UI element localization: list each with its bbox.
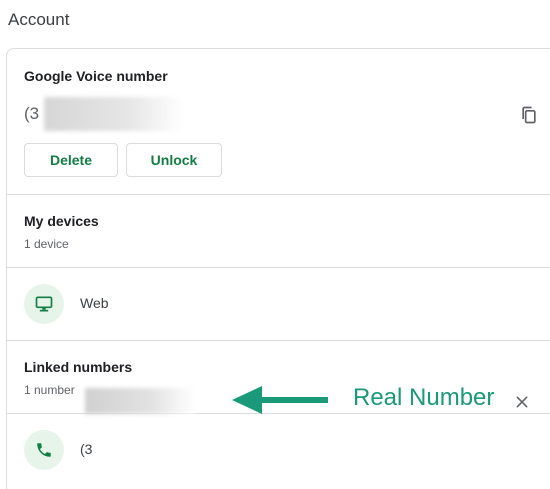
device-count: 1 device (24, 237, 69, 251)
divider (7, 267, 550, 268)
account-card: Google Voice number (3 Delete Unlock My … (6, 48, 550, 489)
delete-button[interactable]: Delete (24, 143, 118, 177)
linked-avatar (24, 430, 64, 470)
divider (7, 340, 550, 341)
unlock-button[interactable]: Unlock (126, 143, 222, 177)
redacted-number-blur (44, 97, 184, 131)
divider (7, 194, 550, 195)
linked-count: 1 number (24, 383, 75, 397)
page-title: Account (8, 10, 70, 29)
phone-icon (37, 443, 51, 457)
left-arrow-icon (232, 386, 328, 414)
copy-icon[interactable] (519, 105, 539, 125)
redacted-linked-number-blur (85, 388, 195, 414)
voice-number-value: (3 (24, 104, 40, 123)
linked-numbers-title: Linked numbers (24, 359, 133, 375)
close-icon[interactable] (514, 394, 530, 410)
monitor-icon (35, 296, 53, 312)
my-devices-title: My devices (24, 213, 99, 229)
linked-number-value: (3 (80, 441, 93, 457)
voice-number-title: Google Voice number (24, 68, 168, 84)
device-label[interactable]: Web (80, 295, 109, 311)
device-avatar (24, 284, 64, 324)
annotation-label: Real Number (353, 384, 495, 411)
